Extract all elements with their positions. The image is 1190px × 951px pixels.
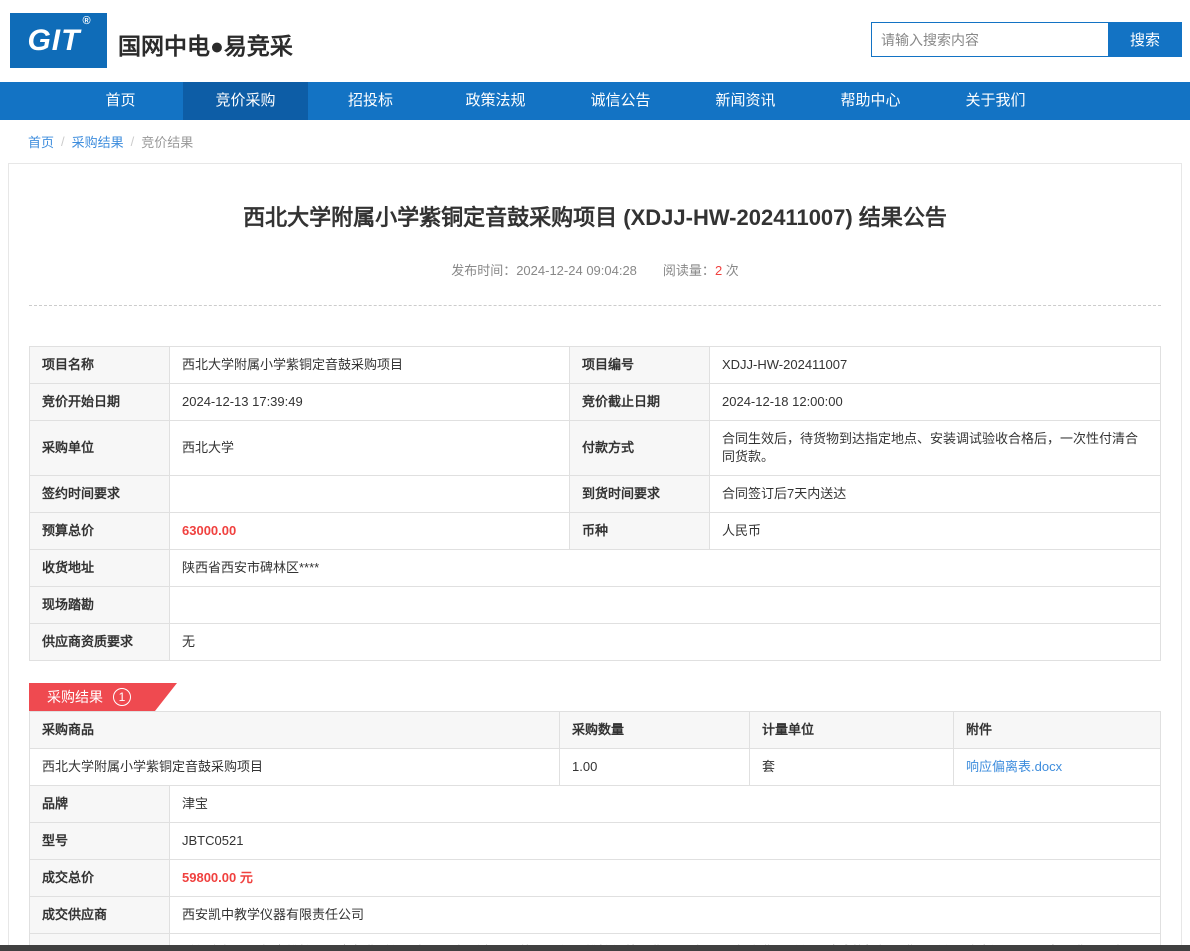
table-row: 采购单位 西北大学 付款方式 合同生效后，待货物到达指定地点、安装调试验收合格后…: [30, 421, 1161, 476]
breadcrumb-current: 竞价结果: [141, 132, 193, 151]
logo-text: GIT®: [27, 24, 89, 58]
nav-item-home[interactable]: 首页: [58, 82, 183, 120]
search-button[interactable]: 搜索: [1108, 22, 1182, 57]
info-value: 人民币: [710, 513, 1161, 550]
deal-detail-table: 品牌 津宝 型号 JBTC0521 成交总价 59800.00 元 成交供应商 …: [29, 785, 1161, 951]
bottom-edge-bar: [0, 945, 1190, 951]
purchase-result-ribbon: 采购结果 1: [29, 683, 177, 711]
breadcrumb-home[interactable]: 首页: [28, 132, 54, 151]
detail-label: 成交供应商: [30, 897, 170, 934]
main-nav: 首页 竞价采购 招投标 政策法规 诚信公告 新闻资讯 帮助中心 关于我们: [0, 82, 1190, 120]
table-row: 收货地址 陕西省西安市碑林区****: [30, 550, 1161, 587]
ribbon-label: 采购结果: [47, 687, 103, 707]
info-value: 合同签订后7天内送达: [710, 476, 1161, 513]
views-label: 阅读量：: [663, 263, 715, 278]
nav-item-bidding-purchase[interactable]: 竞价采购: [183, 82, 308, 120]
goods-table: 采购商品 采购数量 计量单位 附件 西北大学附属小学紫铜定音鼓采购项目 1.00…: [29, 711, 1161, 786]
table-row: 供应商资质要求 无: [30, 624, 1161, 661]
info-value: XDJJ-HW-202411007: [710, 347, 1161, 384]
table-row: 竞价开始日期 2024-12-13 17:39:49 竞价截止日期 2024-1…: [30, 384, 1161, 421]
breadcrumb-separator: /: [61, 134, 65, 149]
announcement-panel: 西北大学附属小学紫铜定音鼓采购项目 (XDJJ-HW-202411007) 结果…: [8, 163, 1182, 951]
info-label: 签约时间要求: [30, 476, 170, 513]
column-header: 采购数量: [560, 712, 750, 749]
breadcrumb: 首页 / 采购结果 / 竞价结果: [28, 132, 1190, 151]
info-label: 付款方式: [570, 421, 710, 476]
goods-unit: 套: [750, 749, 954, 786]
info-label: 竞价截止日期: [570, 384, 710, 421]
publish-time-label: 发布时间：: [451, 263, 516, 278]
budget-total-value: 63000.00: [170, 513, 570, 550]
page-title: 西北大学附属小学紫铜定音鼓采购项目 (XDJJ-HW-202411007) 结果…: [29, 200, 1161, 232]
table-row: 现场踏勘: [30, 587, 1161, 624]
search-input[interactable]: [871, 22, 1108, 57]
table-header-row: 采购商品 采购数量 计量单位 附件: [30, 712, 1161, 749]
dashed-divider: [29, 305, 1161, 306]
project-info-table: 项目名称 西北大学附属小学紫铜定音鼓采购项目 项目编号 XDJJ-HW-2024…: [29, 346, 1161, 661]
info-label: 到货时间要求: [570, 476, 710, 513]
detail-value: 西安凯中教学仪器有限责任公司: [170, 897, 1161, 934]
table-row: 品牌 津宝: [30, 786, 1161, 823]
info-label: 供应商资质要求: [30, 624, 170, 661]
info-value: [170, 476, 570, 513]
info-value: 无: [170, 624, 1161, 661]
nav-item-news[interactable]: 新闻资讯: [683, 82, 808, 120]
views-count: 2: [715, 263, 722, 278]
publish-info: 发布时间：2024-12-24 09:04:28 阅读量：2 次: [29, 260, 1161, 279]
page: GIT® 国网中电●易竞采 搜索 首页 竞价采购 招投标 政策法规 诚信公告 新…: [0, 0, 1190, 951]
nav-item-integrity-notice[interactable]: 诚信公告: [558, 82, 683, 120]
info-label: 采购单位: [30, 421, 170, 476]
result-count-badge: 1: [113, 688, 131, 706]
nav-item-about-us[interactable]: 关于我们: [933, 82, 1058, 120]
column-header: 采购商品: [30, 712, 560, 749]
table-row: 西北大学附属小学紫铜定音鼓采购项目 1.00 套 响应偏离表.docx: [30, 749, 1161, 786]
info-label: 项目编号: [570, 347, 710, 384]
publish-time-value: 2024-12-24 09:04:28: [516, 263, 637, 278]
info-value: 陕西省西安市碑林区****: [170, 550, 1161, 587]
detail-label: 品牌: [30, 786, 170, 823]
info-value: 合同生效后，待货物到达指定地点、安装调试验收合格后，一次性付清合同货款。: [710, 421, 1161, 476]
info-value: 西北大学附属小学紫铜定音鼓采购项目: [170, 347, 570, 384]
column-header: 计量单位: [750, 712, 954, 749]
registered-mark: ®: [82, 15, 91, 27]
detail-label: 成交总价: [30, 860, 170, 897]
info-value: 西北大学: [170, 421, 570, 476]
detail-value: 津宝: [170, 786, 1161, 823]
nav-item-tendering[interactable]: 招投标: [308, 82, 433, 120]
info-label: 币种: [570, 513, 710, 550]
table-row: 预算总价 63000.00 币种 人民币: [30, 513, 1161, 550]
detail-label: 型号: [30, 823, 170, 860]
info-label: 预算总价: [30, 513, 170, 550]
goods-name: 西北大学附属小学紫铜定音鼓采购项目: [30, 749, 560, 786]
table-row: 成交供应商 西安凯中教学仪器有限责任公司: [30, 897, 1161, 934]
deal-total-price: 59800.00 元: [170, 860, 1161, 897]
nav-item-help-center[interactable]: 帮助中心: [808, 82, 933, 120]
info-label: 收货地址: [30, 550, 170, 587]
table-row: 型号 JBTC0521: [30, 823, 1161, 860]
site-header: GIT® 国网中电●易竞采 搜索: [0, 0, 1190, 82]
info-value: 2024-12-18 12:00:00: [710, 384, 1161, 421]
breadcrumb-purchase-results[interactable]: 采购结果: [72, 132, 124, 151]
info-label: 现场踏勘: [30, 587, 170, 624]
info-value: 2024-12-13 17:39:49: [170, 384, 570, 421]
table-row: 成交总价 59800.00 元: [30, 860, 1161, 897]
table-row: 签约时间要求 到货时间要求 合同签订后7天内送达: [30, 476, 1161, 513]
info-label: 竞价开始日期: [30, 384, 170, 421]
views-unit: 次: [726, 263, 739, 278]
detail-value: JBTC0521: [170, 823, 1161, 860]
table-row: 项目名称 西北大学附属小学紫铜定音鼓采购项目 项目编号 XDJJ-HW-2024…: [30, 347, 1161, 384]
search-bar: 搜索: [871, 22, 1182, 57]
info-label: 项目名称: [30, 347, 170, 384]
goods-quantity: 1.00: [560, 749, 750, 786]
attachment-link[interactable]: 响应偏离表.docx: [966, 759, 1062, 774]
breadcrumb-separator: /: [131, 134, 135, 149]
nav-item-policies[interactable]: 政策法规: [433, 82, 558, 120]
site-name: 国网中电●易竞采: [118, 27, 293, 61]
info-value: [170, 587, 1161, 624]
site-logo[interactable]: GIT®: [10, 13, 107, 68]
column-header: 附件: [954, 712, 1161, 749]
